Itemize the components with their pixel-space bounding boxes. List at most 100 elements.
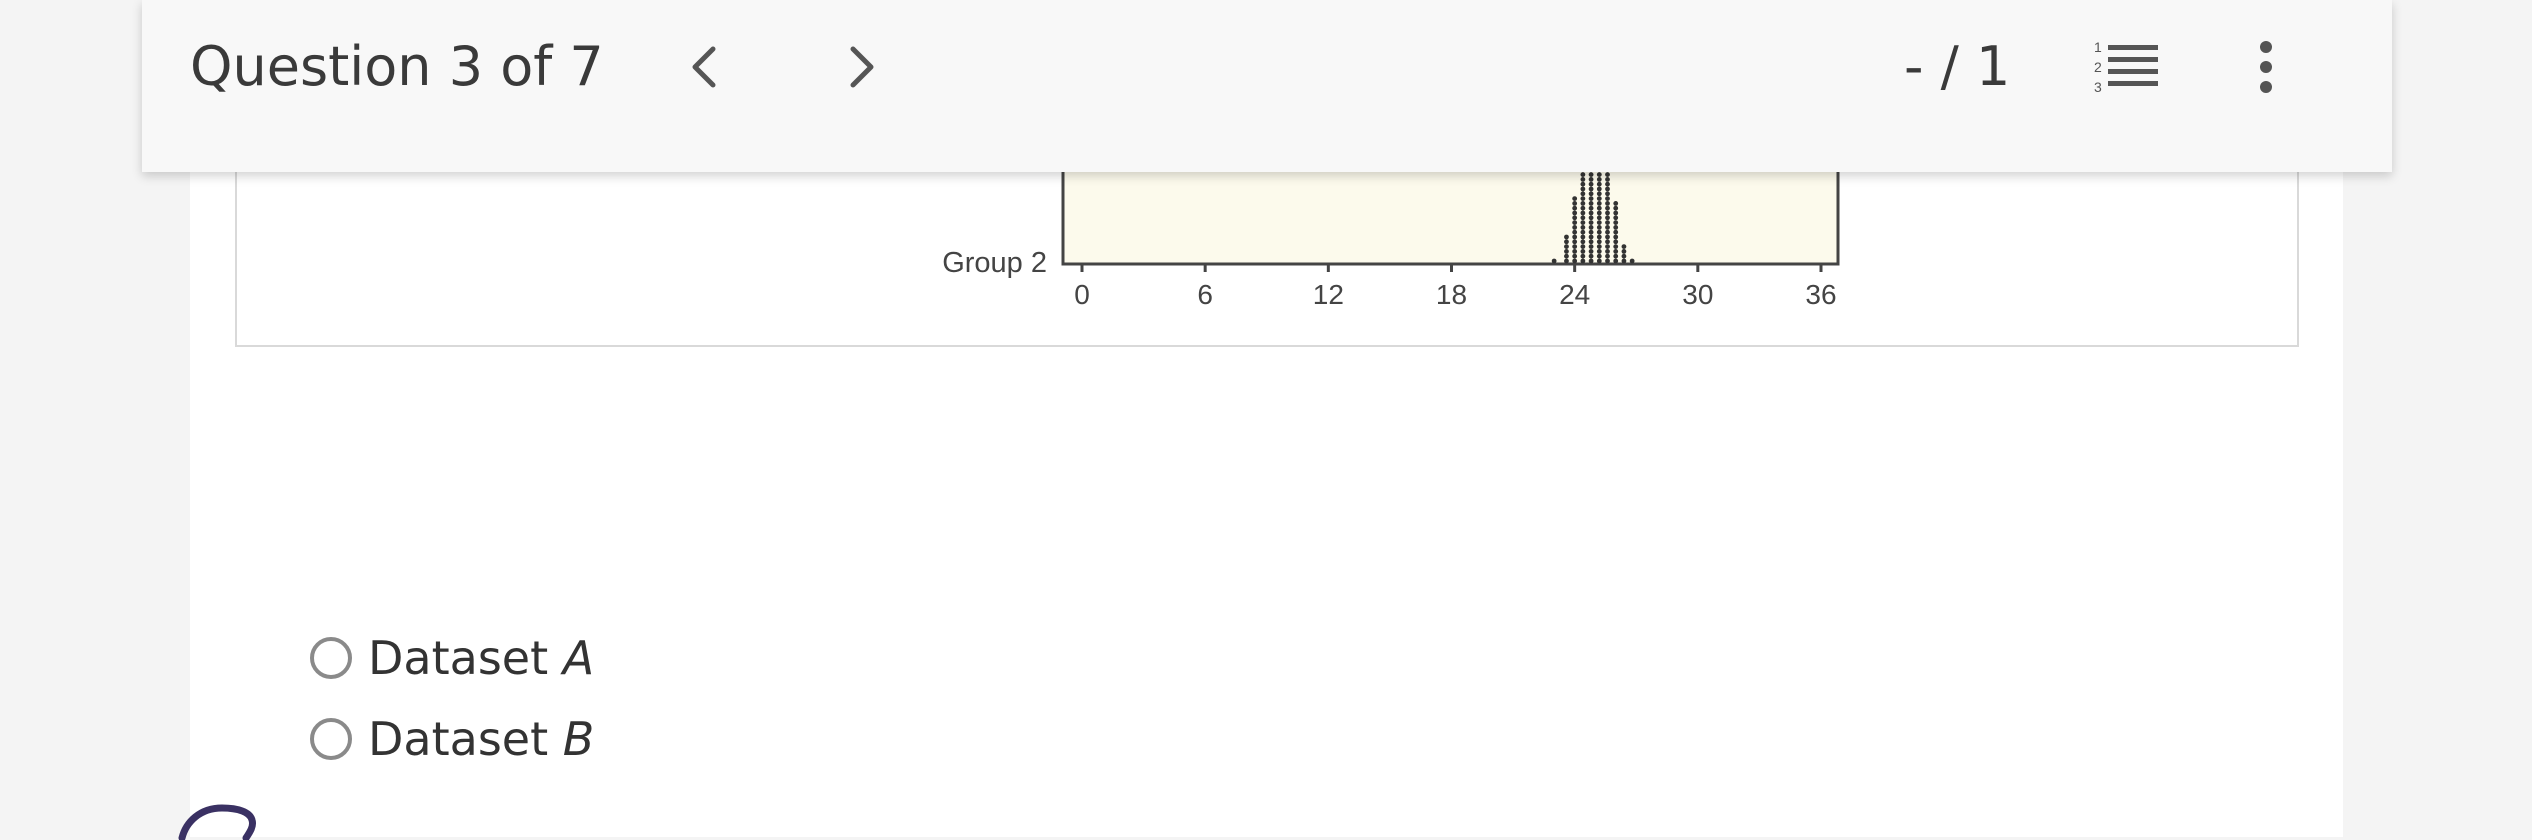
chart-dot [1605, 201, 1610, 206]
chart-x-tick-label: 36 [1805, 279, 1836, 310]
chart-dot [1564, 253, 1569, 259]
chart-dot [1596, 205, 1602, 211]
chart-dot [1564, 239, 1569, 245]
chart-dot [1596, 249, 1602, 254]
chart-dot [1572, 220, 1578, 225]
more-vertical-icon [2260, 41, 2272, 93]
chart-dot [1588, 253, 1594, 259]
radio-dataset-b[interactable] [310, 718, 352, 760]
chart-x-tick-label: 0 [1074, 279, 1090, 310]
chart-dot [1588, 258, 1594, 264]
chart-dot [1580, 258, 1586, 264]
chart-dot [1588, 205, 1594, 211]
chart-dot [1605, 220, 1610, 225]
svg-text:1: 1 [2094, 39, 2102, 55]
chart-dot [1596, 253, 1602, 259]
chart-dot [1580, 191, 1586, 197]
chart-dot [1596, 210, 1602, 216]
chart-dot [1613, 229, 1619, 235]
chart-x-tick-label: 12 [1313, 279, 1344, 310]
chart-dot [1613, 220, 1619, 225]
question-list-button[interactable]: 1 2 3 [2092, 36, 2162, 98]
chart-dot [1588, 177, 1594, 182]
chart-dot [1588, 244, 1594, 249]
chart-dot [1605, 186, 1610, 192]
chart-dot [1596, 186, 1602, 192]
chart-dot [1588, 249, 1594, 254]
chart-dot [1596, 225, 1602, 230]
chart-dot [1572, 196, 1578, 201]
chart-dot [1572, 215, 1578, 221]
chart-group-label: Group 2 [942, 247, 1047, 279]
chart-x-tick-label: 24 [1559, 279, 1590, 310]
chart-dot [1613, 201, 1619, 206]
chart-dot [1596, 172, 1602, 177]
question-header: Question 3 of 7 - / 1 1 2 3 [142, 0, 2392, 172]
chart-dot [1621, 258, 1627, 264]
chart-dot [1588, 225, 1594, 230]
chart-dot [1572, 229, 1578, 235]
chart-dot [1580, 196, 1586, 201]
chart-x-ticks: 0 6 12 18 24 30 36 [1074, 264, 1837, 310]
chart-dot [1580, 249, 1586, 254]
chart-dot [1588, 234, 1594, 240]
chart-dot [1551, 258, 1557, 264]
chart-dot [1572, 225, 1578, 230]
chart-dot [1580, 234, 1586, 240]
chart-dot [1564, 258, 1569, 264]
chart-dot [1605, 196, 1610, 201]
chart-dot [1605, 181, 1610, 187]
chart-dot [1621, 253, 1627, 259]
score-display: - / 1 [1904, 35, 2011, 98]
question-title: Question 3 of 7 [190, 35, 604, 98]
chart-dot [1580, 172, 1586, 177]
chart-dot [1596, 215, 1602, 221]
chart-dot [1572, 234, 1578, 240]
chart-dot [1621, 244, 1627, 249]
chart-dot [1596, 234, 1602, 240]
chart-dot [1580, 201, 1586, 206]
chart-dot [1596, 229, 1602, 235]
chart-dot [1580, 177, 1586, 182]
chart-dot [1596, 181, 1602, 187]
option-dataset-a[interactable]: Dataset A [310, 628, 594, 688]
chart-dot [1613, 205, 1619, 211]
previous-question-button[interactable] [674, 36, 734, 98]
option-label: Dataset B [368, 712, 595, 766]
more-options-button[interactable] [2246, 36, 2286, 98]
chart-dot [1613, 215, 1619, 221]
chart-dot [1572, 239, 1578, 245]
chart-dot [1605, 191, 1610, 197]
chart-dot [1572, 253, 1578, 259]
chart-dot [1580, 205, 1586, 211]
chart-dot [1564, 234, 1569, 240]
chart-dot [1572, 201, 1578, 206]
chart-dot [1588, 181, 1594, 187]
radio-dataset-a[interactable] [310, 637, 352, 679]
chart-dot [1613, 249, 1619, 254]
chevron-left-icon [692, 46, 716, 88]
chart-dot [1596, 239, 1602, 245]
next-question-button[interactable] [832, 36, 892, 98]
chart-dot [1588, 215, 1594, 221]
chart-dot [1588, 191, 1594, 197]
option-label: Dataset A [368, 631, 595, 685]
chart-dot [1605, 229, 1610, 235]
chart-dot [1588, 196, 1594, 201]
chart-dot [1588, 172, 1594, 177]
chart-dot [1613, 244, 1619, 249]
chart-dot [1605, 253, 1610, 259]
chart-dot [1580, 181, 1586, 187]
option-dataset-b[interactable]: Dataset B [310, 709, 594, 769]
chart-dot [1596, 201, 1602, 206]
chart-x-tick-label: 30 [1682, 279, 1713, 310]
svg-text:3: 3 [2094, 79, 2102, 95]
chart-dot [1572, 244, 1578, 249]
chart-dot [1596, 191, 1602, 197]
chart-x-tick-label: 18 [1436, 279, 1467, 310]
chart-dot [1580, 225, 1586, 230]
chart-dot [1605, 225, 1610, 230]
chart-dot [1596, 177, 1602, 182]
chart-dot [1588, 220, 1594, 225]
chart-dot [1605, 172, 1610, 177]
